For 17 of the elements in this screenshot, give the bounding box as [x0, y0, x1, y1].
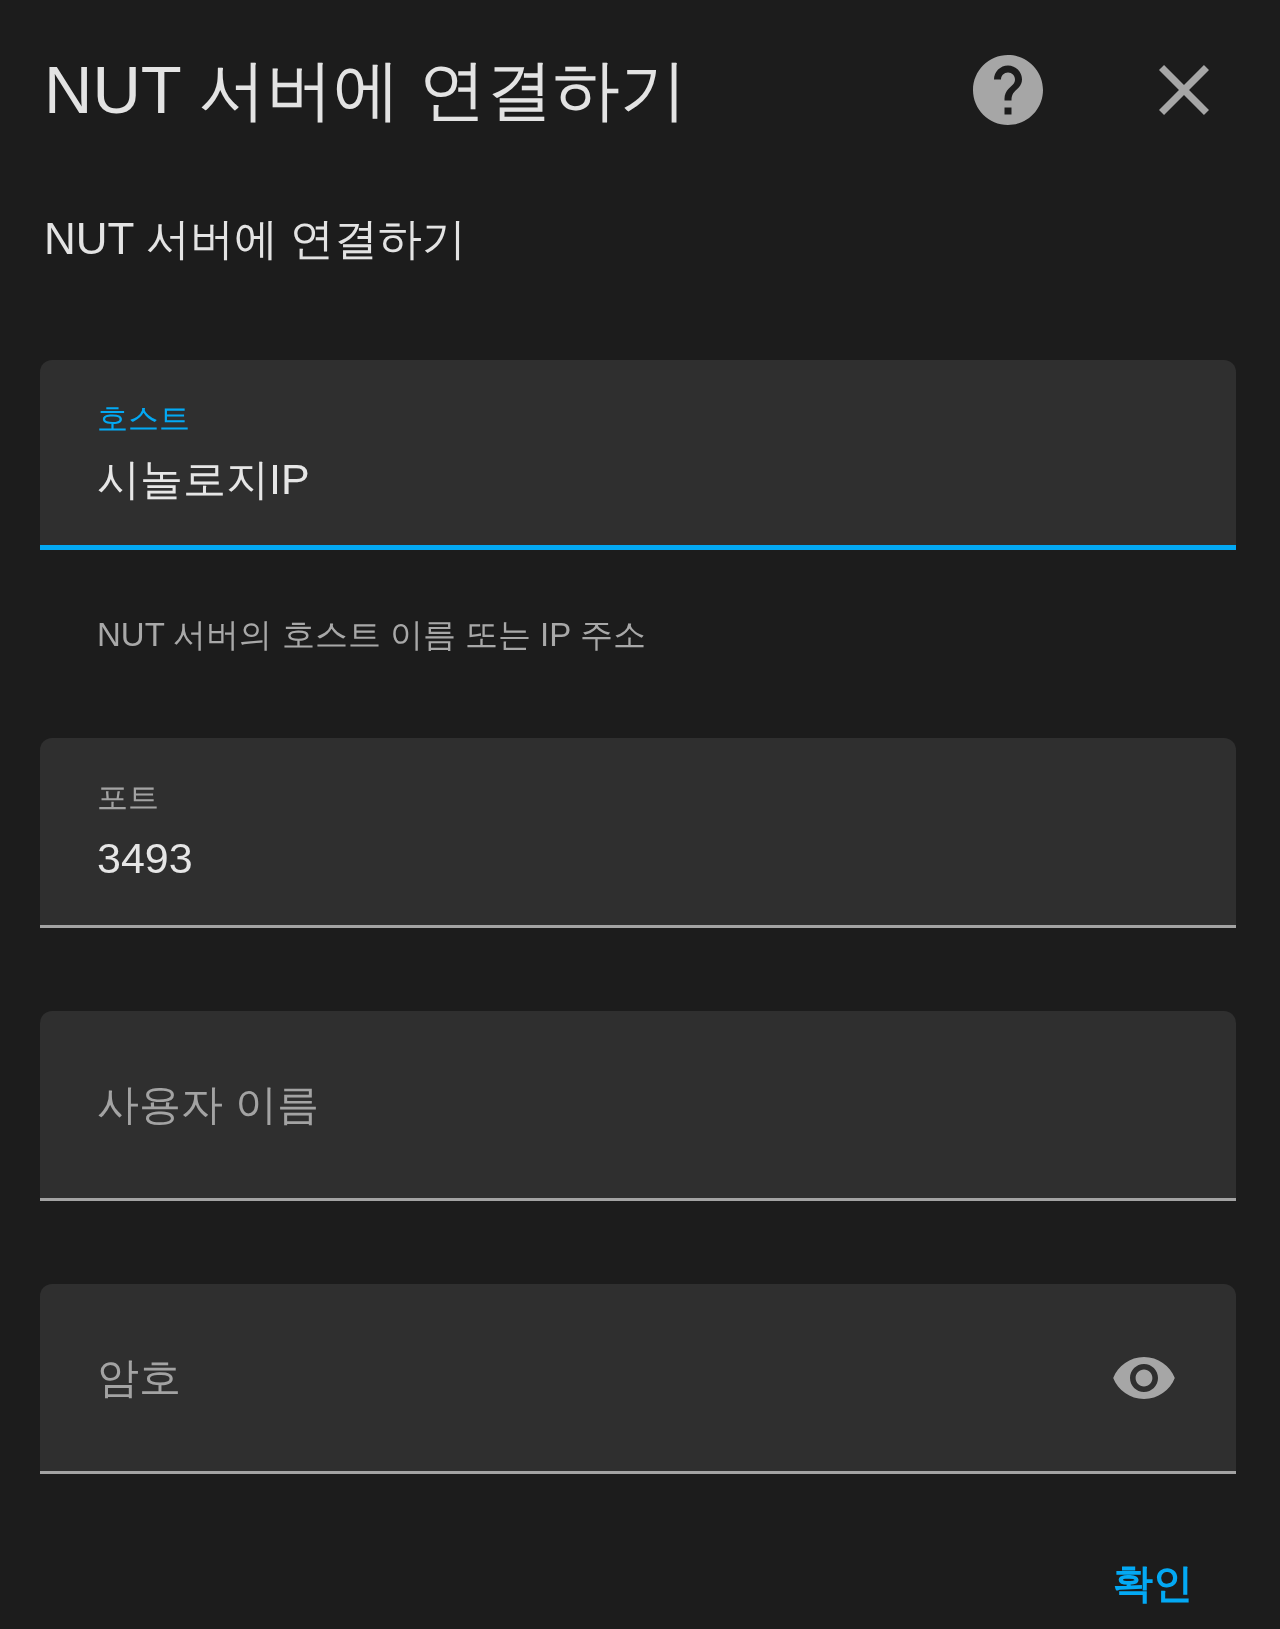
field-label: 호스트 [97, 399, 190, 438]
field-label: 사용자 이름 [97, 1079, 319, 1130]
close-icon[interactable] [1159, 65, 1209, 115]
text-field[interactable]: 사용자 이름 [40, 1011, 1236, 1201]
text-field[interactable]: 호스트 시놀로지IP [40, 360, 1236, 550]
text-field[interactable]: 포트 3493 [40, 738, 1236, 928]
field-value: 3493 [97, 832, 193, 884]
field-value: 시놀로지IP [97, 453, 310, 505]
helper-text: NUT 서버의 호스트 이름 또는 IP 주소 [96, 615, 647, 655]
password-field[interactable]: 암호 [40, 1284, 1236, 1474]
field-label: 암호 [97, 1352, 181, 1403]
eye-icon[interactable] [1113, 1356, 1175, 1399]
field-label: 포트 [97, 778, 159, 817]
dialog-title: NUT 서버에 연결하기 [44, 51, 688, 129]
confirm-button[interactable]: 확인 [1097, 1553, 1209, 1613]
dialog-description: NUT 서버에 연결하기 [43, 213, 468, 265]
help-icon[interactable] [973, 55, 1043, 125]
